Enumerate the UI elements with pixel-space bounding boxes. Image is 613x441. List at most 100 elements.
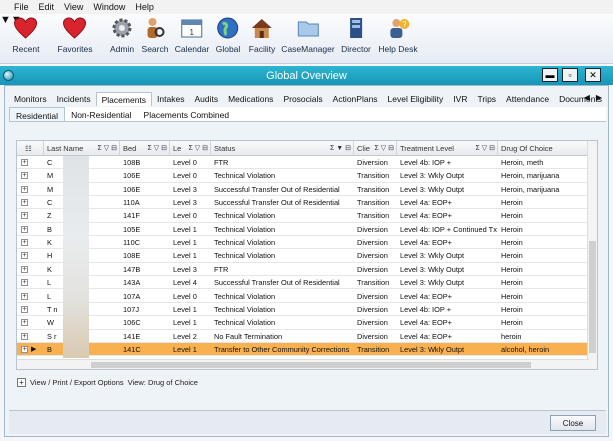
table-row[interactable]: + Z 141F Level 0 Technical Violation Transiti…: [17, 209, 589, 223]
row-expand-icon[interactable]: +: [21, 252, 28, 260]
toolbar-help-desk-button[interactable]: ? Help Desk: [378, 16, 418, 60]
tab-incidents[interactable]: Incidents: [52, 92, 96, 106]
grid-header-treatment-level[interactable]: Treatment Level Σ ▽ ⊟: [397, 141, 498, 156]
tab-scroll-left-icon[interactable]: ◀: [584, 93, 590, 102]
horizontal-scroll-thumb[interactable]: [91, 362, 531, 368]
row-expand-icon[interactable]: +: [21, 172, 28, 180]
tab-scroll-right-icon[interactable]: ▶: [596, 93, 602, 102]
menu-help[interactable]: Help: [135, 2, 154, 12]
expand-options-icon[interactable]: +: [17, 378, 26, 387]
house-icon: [250, 16, 274, 40]
toolbar-director-button[interactable]: Director: [341, 16, 371, 60]
table-row[interactable]: + K 147B Level 3 FTR Diversion Level 3: Wkly O…: [17, 263, 589, 277]
tab-medications[interactable]: Medications: [223, 92, 278, 106]
table-row[interactable]: + L 107A Level 0 Technical Violation Diversio…: [17, 290, 589, 303]
tab-intakes[interactable]: Intakes: [152, 92, 189, 106]
table-row[interactable]: + B 105E Level 1 Technical Violation Diversio…: [17, 223, 589, 237]
row-expand-icon[interactable]: +: [21, 265, 28, 273]
row-expand-icon[interactable]: +: [21, 345, 28, 353]
cell-treatment: Level 4a: EOP+: [400, 238, 452, 248]
tab-prosocials[interactable]: Prosocials: [278, 92, 327, 106]
recent-dropdown-icon[interactable]: ▼: [0, 14, 11, 26]
row-expand-icon[interactable]: +: [21, 239, 28, 247]
row-expand-icon[interactable]: +: [21, 185, 28, 193]
toolbar-casemanager-button[interactable]: CaseManager: [281, 16, 335, 60]
row-expand-icon[interactable]: +: [21, 199, 28, 207]
row-expand-icon[interactable]: +: [21, 332, 28, 340]
vertical-scroll-thumb[interactable]: [589, 241, 596, 353]
row-expand-icon[interactable]: +: [21, 159, 28, 166]
toolbar-search-button[interactable]: Search: [142, 16, 168, 60]
table-row[interactable]: + W 106C Level 1 Technical Violation Diversio…: [17, 316, 589, 330]
toolbar-facility-button[interactable]: Facility: [249, 16, 275, 60]
row-expand-icon[interactable]: +: [21, 279, 28, 287]
export-options-link[interactable]: View / Print / Export Options: [30, 378, 124, 387]
tab-monitors[interactable]: Monitors: [9, 92, 52, 106]
toolbar-calendar-button[interactable]: 1 Calendar: [175, 16, 209, 60]
grid-header-clie[interactable]: Clie Σ ▽ ⊟: [354, 141, 397, 156]
row-expand-icon[interactable]: +: [21, 292, 28, 300]
tab-placements[interactable]: Placements: [95, 92, 153, 106]
table-row[interactable]: + T n 107J Level 1 Technical Violation Divers…: [17, 303, 589, 317]
column-filter-icon[interactable]: Σ ▽ ⊟: [148, 141, 167, 156]
svg-text:1: 1: [190, 28, 195, 37]
horizontal-scrollbar[interactable]: [17, 359, 589, 369]
cell-bed: 106E: [123, 171, 141, 181]
cell-status: Technical Violation: [214, 291, 276, 301]
grid-header-last-name[interactable]: Last Name Σ ▽ ⊟: [44, 141, 120, 156]
grid-column-chooser-icon[interactable]: ☷: [17, 141, 44, 156]
minimize-button[interactable]: ▬: [542, 68, 558, 82]
column-filter-icon[interactable]: Σ ▽ ⊟: [476, 141, 495, 156]
table-row[interactable]: + L 143A Level 4 Successful Transfer Out of …: [17, 276, 589, 290]
grid-header-le[interactable]: Le Σ ▽ ⊟: [170, 141, 211, 156]
toolbar-recent-button[interactable]: Recent: [13, 16, 39, 60]
table-row[interactable]: + K 110C Level 1 Technical Violation Diversio…: [17, 236, 589, 250]
menu-window[interactable]: Window: [93, 2, 125, 12]
column-filter-icon[interactable]: Σ ▽ ⊟: [189, 141, 208, 156]
cell-client: Diversion: [357, 331, 388, 341]
table-row[interactable]: + S r 141E Level 2 No Fault Termination Diver…: [17, 330, 589, 343]
close-button[interactable]: Close: [550, 415, 596, 431]
vertical-scrollbar[interactable]: [587, 141, 597, 369]
calendar-icon: 1: [180, 16, 204, 40]
grid-header-drug-of-choice[interactable]: Drug Of Choice: [498, 141, 589, 156]
tab-trips[interactable]: Trips: [472, 92, 501, 106]
cell-client: Transition: [357, 171, 390, 181]
subtab-non-residential[interactable]: Non-Residential: [65, 107, 137, 121]
table-row[interactable]: + H 108E Level 1 Technical Violation Diversio…: [17, 249, 589, 263]
tab-level-eligibility[interactable]: Level Eligibility: [383, 92, 449, 106]
toolbar-global-button[interactable]: Global: [216, 16, 240, 60]
grid-header-label: Status: [214, 144, 236, 153]
maximize-button[interactable]: ▫: [562, 68, 578, 82]
table-row[interactable]: + ▶ B 141C Level 1 Transfer to Other Communit…: [17, 342, 589, 357]
close-window-button[interactable]: ✕: [585, 68, 601, 82]
column-filter-icon[interactable]: Σ ▽ ⊟: [375, 141, 394, 156]
subtab-residential[interactable]: Residential: [9, 107, 66, 121]
table-row[interactable]: + C 108B Level 0 FTR Diversion Level 4b: IOP +…: [17, 156, 589, 170]
tab-ivr[interactable]: IVR: [448, 92, 472, 106]
tab-actionplans[interactable]: ActionPlans: [328, 92, 383, 106]
table-row[interactable]: + M 106E Level 0 Technical Violation Transiti…: [17, 169, 589, 183]
menu-view[interactable]: View: [64, 2, 83, 12]
menu-file[interactable]: File: [14, 2, 29, 12]
table-row[interactable]: + C 110A Level 3 Successful Transfer Out of …: [17, 196, 589, 210]
row-expand-icon[interactable]: +: [21, 319, 28, 327]
grid-header-bed[interactable]: Bed Σ ▽ ⊟: [120, 141, 170, 156]
row-expand-icon[interactable]: +: [21, 212, 28, 220]
row-expand-icon[interactable]: +: [21, 305, 28, 313]
subtab-placements-combined[interactable]: Placements Combined: [138, 107, 236, 121]
grid-header-status[interactable]: Status Σ ▼ ⊟: [211, 141, 354, 156]
view-drug-label[interactable]: View: Drug of Choice: [128, 378, 198, 387]
table-row[interactable]: + M 106E Level 3 Successful Transfer Out of …: [17, 183, 589, 197]
cell-client: Transition: [357, 198, 390, 208]
cell-drug: Heroin: [501, 304, 523, 314]
row-expand-icon[interactable]: +: [21, 225, 28, 233]
column-filter-icon[interactable]: Σ ▼ ⊟: [330, 141, 351, 156]
menu-edit[interactable]: Edit: [39, 2, 55, 12]
tab-audits[interactable]: Audits: [189, 92, 223, 106]
toolbar-favorites-button[interactable]: Favorites: [58, 16, 92, 60]
toolbar-admin-button[interactable]: Admin: [110, 16, 134, 60]
tab-attendance[interactable]: Attendance: [501, 92, 554, 106]
column-filter-icon[interactable]: Σ ▽ ⊟: [98, 141, 117, 156]
cell-bed: 143A: [123, 278, 141, 288]
